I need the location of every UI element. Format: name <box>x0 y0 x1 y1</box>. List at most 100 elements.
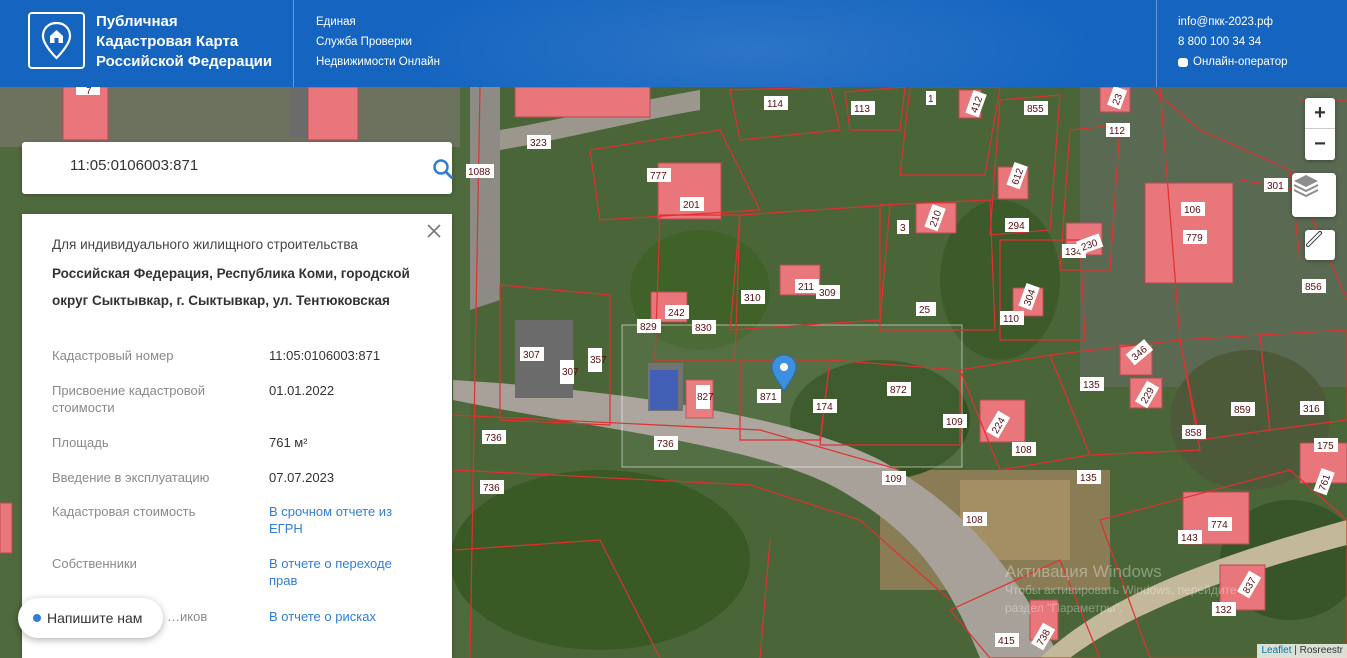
svg-text:309: 309 <box>819 288 836 299</box>
svg-text:3: 3 <box>900 223 906 234</box>
svg-text:777: 777 <box>650 171 667 182</box>
watermark-line-1: Активация Windows <box>1005 562 1162 581</box>
area-label: Площадь <box>52 435 109 450</box>
brand-title[interactable]: Публичная Кадастровая Карта Российской Ф… <box>96 12 286 72</box>
valuation-date-value: 01.01.2022 <box>269 383 335 398</box>
brand-line-1: Публичная <box>96 13 178 30</box>
contact-email[interactable]: info@пкк-2023.рф <box>1178 12 1288 32</box>
svg-text:1088: 1088 <box>468 167 491 178</box>
layers-icon <box>1293 175 1319 198</box>
status-dot-icon <box>33 614 41 622</box>
zoom-in-button[interactable]: + <box>1305 98 1335 129</box>
zoom-control: + − <box>1305 98 1335 160</box>
svg-text:774: 774 <box>1211 520 1228 531</box>
service-line-3: Недвижимости Онлайн <box>316 56 440 68</box>
svg-text:316: 316 <box>1303 404 1320 415</box>
svg-text:736: 736 <box>485 433 502 444</box>
map-pin-house-icon <box>41 21 72 60</box>
svg-text:294: 294 <box>1008 221 1025 232</box>
service-line-1: Единая <box>316 16 356 28</box>
svg-text:859: 859 <box>1234 405 1251 416</box>
attribution-separator: | <box>1291 645 1300 656</box>
area-value: 761 м² <box>269 435 308 450</box>
leaflet-link[interactable]: Leaflet <box>1261 645 1291 656</box>
watermark-line-3: раздел "Параметры". <box>1005 601 1123 615</box>
commissioning-value: 07.07.2023 <box>269 470 335 485</box>
svg-text:736: 736 <box>657 439 674 450</box>
svg-text:174: 174 <box>816 402 833 413</box>
svg-text:357: 357 <box>590 355 607 366</box>
attribution-source: Rosreestr <box>1299 645 1343 656</box>
risks-link[interactable]: В отчете о рисках <box>269 608 419 625</box>
svg-text:25: 25 <box>919 305 931 316</box>
svg-text:779: 779 <box>1186 233 1203 244</box>
svg-text:830: 830 <box>695 323 712 334</box>
parcel-address: Российская Федерация, Республика Коми, г… <box>52 266 410 308</box>
cadastral-search-input[interactable] <box>70 157 390 174</box>
header-divider <box>293 0 294 87</box>
service-title: Единая Служба Проверки Недвижимости Онла… <box>316 12 440 72</box>
svg-text:829: 829 <box>640 322 657 333</box>
svg-text:211: 211 <box>798 282 814 293</box>
cadastral-value-label: Кадастровая стоимость <box>52 504 196 519</box>
svg-text:135: 135 <box>1083 380 1100 391</box>
svg-text:108: 108 <box>966 515 983 526</box>
owners-link[interactable]: В отчете о переходе прав <box>269 555 419 589</box>
svg-text:108: 108 <box>1015 445 1032 456</box>
online-operator-label: Онлайн-оператор <box>1193 56 1288 68</box>
svg-text:1: 1 <box>928 94 934 105</box>
svg-text:201: 201 <box>683 200 700 211</box>
search-bar <box>22 142 454 194</box>
brand-line-3: Российской Федерации <box>96 53 273 70</box>
svg-text:307: 307 <box>523 350 540 361</box>
watermark-line-2: Чтобы активировать Windows, перейдите в <box>1005 583 1247 597</box>
svg-text:242: 242 <box>668 308 685 319</box>
svg-text:827: 827 <box>697 392 714 403</box>
svg-text:112: 112 <box>1109 126 1125 137</box>
svg-text:106: 106 <box>1184 205 1201 216</box>
ruler-icon <box>1306 231 1322 247</box>
svg-text:307: 307 <box>562 367 579 378</box>
header-divider <box>1156 0 1157 87</box>
svg-text:109: 109 <box>946 417 963 428</box>
svg-text:415: 415 <box>998 636 1015 647</box>
layers-button[interactable] <box>1292 173 1336 217</box>
svg-text:872: 872 <box>890 385 907 396</box>
svg-text:135: 135 <box>1080 473 1097 484</box>
zoom-out-button[interactable]: − <box>1305 129 1335 160</box>
svg-text:858: 858 <box>1185 428 1202 439</box>
write-us-button[interactable]: Напишите нам <box>18 598 163 638</box>
contacts: info@пкк-2023.рф 8 800 100 34 34 Онлайн-… <box>1178 12 1288 72</box>
svg-text:175: 175 <box>1317 441 1334 452</box>
brand-line-2: Кадастровая Карта <box>96 33 239 50</box>
parcel-use-type: Для индивидуального жилищного строительс… <box>52 237 358 252</box>
svg-text:143: 143 <box>1181 533 1198 544</box>
svg-text:323: 323 <box>530 138 547 149</box>
owners-label: Собственники <box>52 556 137 571</box>
svg-text:856: 856 <box>1305 282 1322 293</box>
close-button[interactable] <box>425 222 443 240</box>
svg-text:871: 871 <box>760 392 777 403</box>
svg-text:113: 113 <box>854 104 870 115</box>
search-icon <box>433 159 453 179</box>
svg-text:114: 114 <box>767 99 783 110</box>
os-activation-watermark: Активация Windows Чтобы активировать Win… <box>1005 563 1246 617</box>
svg-text:109: 109 <box>885 474 902 485</box>
online-operator-link[interactable]: Онлайн-оператор <box>1178 52 1288 72</box>
service-line-2: Служба Проверки <box>316 36 412 48</box>
chat-bubble-icon <box>1178 57 1188 67</box>
search-button[interactable] <box>432 158 454 180</box>
map-attribution: Leaflet | Rosreestr <box>1257 644 1347 658</box>
write-us-label: Напишите нам <box>47 610 143 626</box>
parcel-info-panel: Для индивидуального жилищного строительс… <box>22 214 452 658</box>
contact-phone[interactable]: 8 800 100 34 34 <box>1178 32 1288 52</box>
header-glow <box>400 0 1100 87</box>
logo[interactable] <box>28 12 85 69</box>
cadastral-value-link[interactable]: В срочном отчете из ЕГРН <box>269 503 419 537</box>
svg-text:855: 855 <box>1027 104 1044 115</box>
cadastral-number-label: Кадастровый номер <box>52 348 174 363</box>
measure-button[interactable] <box>1305 230 1335 260</box>
svg-text:301: 301 <box>1267 181 1284 192</box>
svg-text:310: 310 <box>744 293 761 304</box>
svg-text:736: 736 <box>483 483 500 494</box>
